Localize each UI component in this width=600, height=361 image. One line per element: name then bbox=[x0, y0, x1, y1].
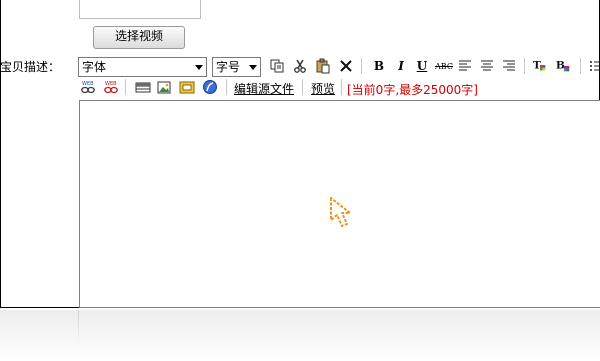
mouse-cursor-icon bbox=[329, 196, 363, 236]
insert-link-icon[interactable]: WEB bbox=[80, 79, 96, 95]
insert-image-icon[interactable] bbox=[156, 79, 172, 95]
edit-source-link[interactable]: 编辑源文件 bbox=[234, 80, 294, 97]
chevron-down-icon bbox=[195, 65, 203, 70]
remove-link-icon[interactable]: WEB bbox=[103, 79, 119, 95]
character-counter: [当前0字,最多25000字] bbox=[347, 83, 478, 97]
toolbar-separator bbox=[524, 58, 525, 74]
font-family-select-value: 字体 bbox=[82, 60, 107, 74]
preview-link[interactable]: 预览 bbox=[311, 80, 335, 97]
reflection-line bbox=[78, 310, 79, 350]
insert-table-icon[interactable] bbox=[135, 79, 151, 95]
cut-icon[interactable] bbox=[292, 58, 308, 74]
copy-icon[interactable] bbox=[269, 58, 285, 74]
font-size-select[interactable]: 字号 bbox=[212, 57, 261, 77]
toolbar-separator bbox=[125, 79, 126, 95]
font-size-select-value: 字号 bbox=[216, 60, 241, 74]
svg-text:B: B bbox=[556, 59, 565, 72]
svg-text:WEB: WEB bbox=[82, 81, 94, 87]
italic-button[interactable]: I bbox=[393, 58, 409, 74]
bold-button[interactable]: B bbox=[371, 58, 387, 74]
description-label: 宝贝描述： bbox=[0, 60, 61, 74]
select-video-button[interactable]: 选择视频 bbox=[93, 26, 185, 49]
list-icon[interactable] bbox=[588, 58, 600, 74]
font-family-select[interactable]: 字体 bbox=[78, 57, 207, 77]
video-thumbnail-box bbox=[79, 0, 201, 19]
reflection-shadow bbox=[0, 310, 600, 361]
background-color-icon[interactable]: B bbox=[555, 58, 571, 74]
toolbar-separator bbox=[302, 79, 303, 95]
toolbar-separator bbox=[226, 79, 227, 95]
toolbar-separator bbox=[341, 79, 342, 95]
text-color-icon[interactable]: T bbox=[532, 58, 548, 74]
toolbar-separator bbox=[580, 58, 581, 74]
delete-icon[interactable] bbox=[338, 58, 354, 74]
chevron-down-icon bbox=[249, 65, 257, 70]
align-right-icon[interactable] bbox=[501, 58, 517, 74]
insert-media-icon[interactable] bbox=[179, 79, 195, 95]
align-left-icon[interactable] bbox=[457, 58, 473, 74]
underline-button[interactable]: U bbox=[414, 58, 430, 74]
insert-flash-icon[interactable] bbox=[202, 79, 218, 95]
svg-text:T: T bbox=[533, 59, 541, 72]
strikethrough-button[interactable]: ABC bbox=[435, 58, 453, 74]
paste-icon[interactable] bbox=[315, 58, 331, 74]
align-center-icon[interactable] bbox=[479, 58, 495, 74]
svg-text:WEB: WEB bbox=[105, 81, 117, 87]
toolbar-separator bbox=[361, 58, 362, 74]
